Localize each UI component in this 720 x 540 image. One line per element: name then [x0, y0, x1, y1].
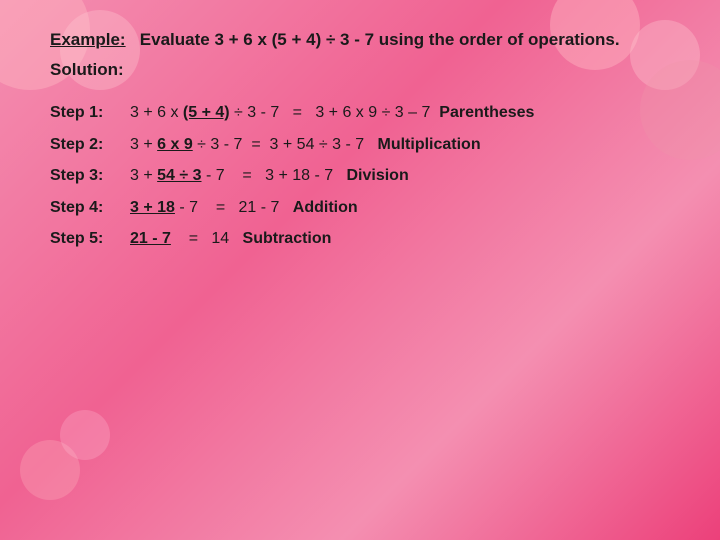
solution-label: Solution: — [50, 60, 124, 79]
step-5-highlight: 21 - 7 — [130, 230, 171, 247]
step-3-label: Step 3: — [50, 163, 130, 189]
example-text — [130, 30, 135, 49]
step-5-keyword: Subtraction — [243, 230, 332, 247]
step-4-label: Step 4: — [50, 195, 130, 221]
step-4-keyword: Addition — [293, 199, 358, 216]
step-1-keyword: Parentheses — [439, 104, 534, 121]
step-1-highlight: (5 + 4) — [183, 104, 230, 121]
step-row-2: Step 2: 3 + 6 x 9 ÷ 3 - 7 = 3 + 54 ÷ 3 -… — [50, 132, 690, 158]
example-line: Example: Evaluate 3 + 6 x (5 + 4) ÷ 3 - … — [50, 30, 690, 50]
step-row-3: Step 3: 3 + 54 ÷ 3 - 7 = 3 + 18 - 7 Divi… — [50, 163, 690, 189]
step-2-keyword: Multiplication — [378, 136, 481, 153]
step-row-4: Step 4: 3 + 18 - 7 = 21 - 7 Addition — [50, 195, 690, 221]
step-1-label: Step 1: — [50, 100, 130, 126]
step-row-1: Step 1: 3 + 6 x (5 + 4) ÷ 3 - 7 = 3 + 6 … — [50, 100, 690, 126]
step-5-content: 21 - 7 = 14 Subtraction — [130, 226, 331, 252]
step-row-5: Step 5: 21 - 7 = 14 Subtraction — [50, 226, 690, 252]
steps-container: Step 1: 3 + 6 x (5 + 4) ÷ 3 - 7 = 3 + 6 … — [50, 100, 690, 252]
step-3-content: 3 + 54 ÷ 3 - 7 = 3 + 18 - 7 Division — [130, 163, 409, 189]
step-3-keyword: Division — [346, 167, 408, 184]
step-3-highlight: 54 ÷ 3 — [157, 167, 201, 184]
example-body: Evaluate 3 + 6 x (5 + 4) ÷ 3 - 7 using t… — [140, 30, 620, 49]
step-4-highlight: 3 + 18 — [130, 199, 175, 216]
solution-line: Solution: — [50, 60, 690, 80]
step-4-content: 3 + 18 - 7 = 21 - 7 Addition — [130, 195, 358, 221]
step-2-label: Step 2: — [50, 132, 130, 158]
step-5-label: Step 5: — [50, 226, 130, 252]
step-1-content: 3 + 6 x (5 + 4) ÷ 3 - 7 = 3 + 6 x 9 ÷ 3 … — [130, 100, 534, 126]
example-label: Example: — [50, 30, 126, 49]
step-2-content: 3 + 6 x 9 ÷ 3 - 7 = 3 + 54 ÷ 3 - 7 Multi… — [130, 132, 481, 158]
step-2-highlight: 6 x 9 — [157, 136, 193, 153]
background: Example: Evaluate 3 + 6 x (5 + 4) ÷ 3 - … — [0, 0, 720, 540]
main-content: Example: Evaluate 3 + 6 x (5 + 4) ÷ 3 - … — [50, 30, 690, 510]
